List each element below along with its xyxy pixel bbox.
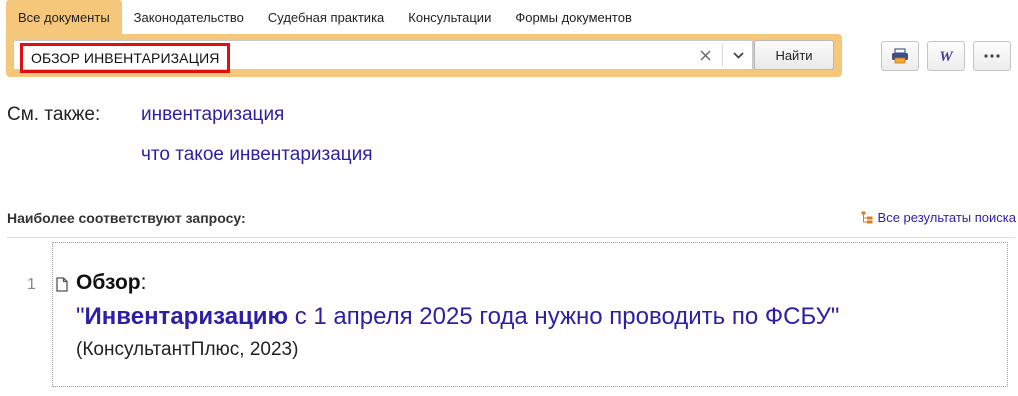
tab-document-forms[interactable]: Формы документов (503, 0, 644, 34)
result-source: (КонсультантПлюс, 2023) (76, 339, 299, 360)
result-title-link[interactable]: "Инвентаризацию с 1 апреля 2025 года нуж… (76, 303, 839, 331)
print-icon (892, 48, 908, 64)
tree-list-icon (861, 211, 873, 224)
document-type-tabs: Все документы Законодательство Судебная … (6, 0, 644, 36)
document-icon (56, 277, 68, 297)
find-button[interactable]: Найти (754, 40, 834, 70)
divider (722, 44, 723, 66)
query-highlight: Инвентаризацию (84, 303, 289, 330)
tab-all-documents[interactable]: Все документы (6, 0, 122, 34)
search-query-text[interactable]: ОБЗОР ИНВЕНТАРИЗАЦИЯ (20, 43, 231, 73)
search-input[interactable]: ОБЗОР ИНВЕНТАРИЗАЦИЯ (13, 40, 753, 73)
close-icon[interactable] (690, 41, 720, 69)
see-also-link-what-is-inventory[interactable]: что такое инвентаризация (141, 144, 373, 166)
word-export-button[interactable]: W (927, 41, 965, 71)
tab-legislation[interactable]: Законодательство (122, 0, 256, 34)
all-results-link[interactable]: Все результаты поиска (861, 210, 1016, 225)
more-icon (984, 54, 1000, 58)
tab-consultations[interactable]: Консультации (396, 0, 503, 34)
word-export-icon: W (939, 49, 954, 64)
results-heading: Наиболее соответствуют запросу: (7, 210, 246, 226)
print-button[interactable] (881, 41, 919, 71)
tab-court-practice[interactable]: Судебная практика (256, 0, 396, 34)
search-bar: ОБЗОР ИНВЕНТАРИЗАЦИЯ Найти (6, 34, 842, 77)
section-divider (7, 237, 1015, 238)
see-also-link-inventory[interactable]: инвентаризация (141, 104, 284, 126)
see-also-label: См. также: (7, 104, 101, 125)
more-button[interactable] (973, 41, 1011, 71)
result-number: 1 (27, 276, 36, 293)
all-results-label: Все результаты поиска (877, 210, 1016, 225)
svg-text:W: W (939, 49, 954, 64)
chevron-down-icon[interactable] (724, 41, 752, 69)
result-type: Обзор: (76, 271, 147, 294)
